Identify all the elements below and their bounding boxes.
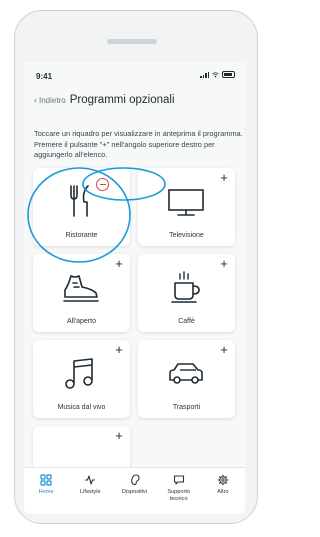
shoe-icon bbox=[63, 275, 99, 302]
tile-label: Televisione bbox=[169, 232, 204, 239]
tile-televisione[interactable]: + Televisione bbox=[138, 168, 235, 246]
app-screen: 9:41 ‹ Indietro Programmi opzionali Tocc… bbox=[24, 62, 245, 514]
chevron-left-icon: ‹ bbox=[34, 95, 37, 105]
add-button[interactable]: + bbox=[217, 343, 231, 357]
nav-altro[interactable]: Altro bbox=[201, 468, 245, 514]
instructions-text: Toccare un riquadro per visualizzare in … bbox=[34, 129, 243, 159]
tile-label: Musica dal vivo bbox=[57, 404, 106, 411]
grid-icon bbox=[40, 474, 52, 486]
add-button[interactable]: + bbox=[112, 257, 126, 271]
remove-button[interactable] bbox=[96, 178, 109, 191]
add-button[interactable]: + bbox=[217, 257, 231, 271]
cutlery-icon bbox=[70, 185, 89, 217]
coffee-cup-icon bbox=[171, 271, 200, 303]
tile-label: All'aperto bbox=[67, 318, 96, 325]
signal-icon bbox=[200, 71, 209, 78]
nav-label: Altro bbox=[217, 489, 229, 495]
nav-label: Dispositivi bbox=[121, 489, 148, 495]
tile-label: Ristorante bbox=[65, 232, 98, 239]
tile-label: Caffè bbox=[178, 318, 195, 325]
page-header: ‹ Indietro Programmi opzionali bbox=[34, 94, 175, 106]
music-note-icon bbox=[65, 358, 93, 389]
chat-icon bbox=[173, 475, 184, 485]
nav-label: Home bbox=[38, 489, 54, 495]
back-label: Indietro bbox=[39, 95, 66, 105]
pulse-icon bbox=[85, 475, 96, 485]
car-icon bbox=[169, 363, 203, 384]
tile-ristorante[interactable]: Ristorante bbox=[33, 168, 130, 246]
page-title: Programmi opzionali bbox=[69, 94, 175, 106]
tile-musica-dal-vivo[interactable]: + Musica dal vivo bbox=[33, 340, 130, 418]
nav-dispositivi[interactable]: Dispositivi bbox=[112, 468, 156, 514]
hearing-aid-icon bbox=[130, 474, 140, 486]
tile-label: Trasporti bbox=[172, 404, 201, 411]
battery-icon bbox=[222, 71, 235, 78]
gear-icon bbox=[217, 474, 229, 486]
nav-home[interactable]: Home bbox=[24, 468, 68, 514]
tile-trasporti[interactable]: + Trasporti bbox=[138, 340, 235, 418]
add-button[interactable]: + bbox=[112, 343, 126, 357]
nav-supporto-tecnico[interactable]: Supporto tecnico bbox=[157, 468, 201, 514]
phone-speaker bbox=[107, 39, 157, 44]
tile-caffe[interactable]: + Caffè bbox=[138, 254, 235, 332]
nav-label: Lifestyle bbox=[80, 489, 101, 495]
tile-all-aperto[interactable]: + All'aperto bbox=[33, 254, 130, 332]
status-icons bbox=[200, 71, 235, 78]
wifi-icon bbox=[212, 71, 219, 77]
nav-label: Supporto tecnico bbox=[167, 489, 191, 502]
television-icon bbox=[168, 189, 204, 216]
add-button[interactable]: + bbox=[217, 171, 231, 185]
back-button[interactable]: ‹ Indietro bbox=[34, 95, 66, 105]
nav-lifestyle[interactable]: Lifestyle bbox=[68, 468, 112, 514]
status-time: 9:41 bbox=[36, 72, 53, 81]
add-button[interactable]: + bbox=[112, 429, 126, 443]
bottom-nav: Home Lifestyle Dispositivi Supporto tecn… bbox=[24, 467, 245, 514]
